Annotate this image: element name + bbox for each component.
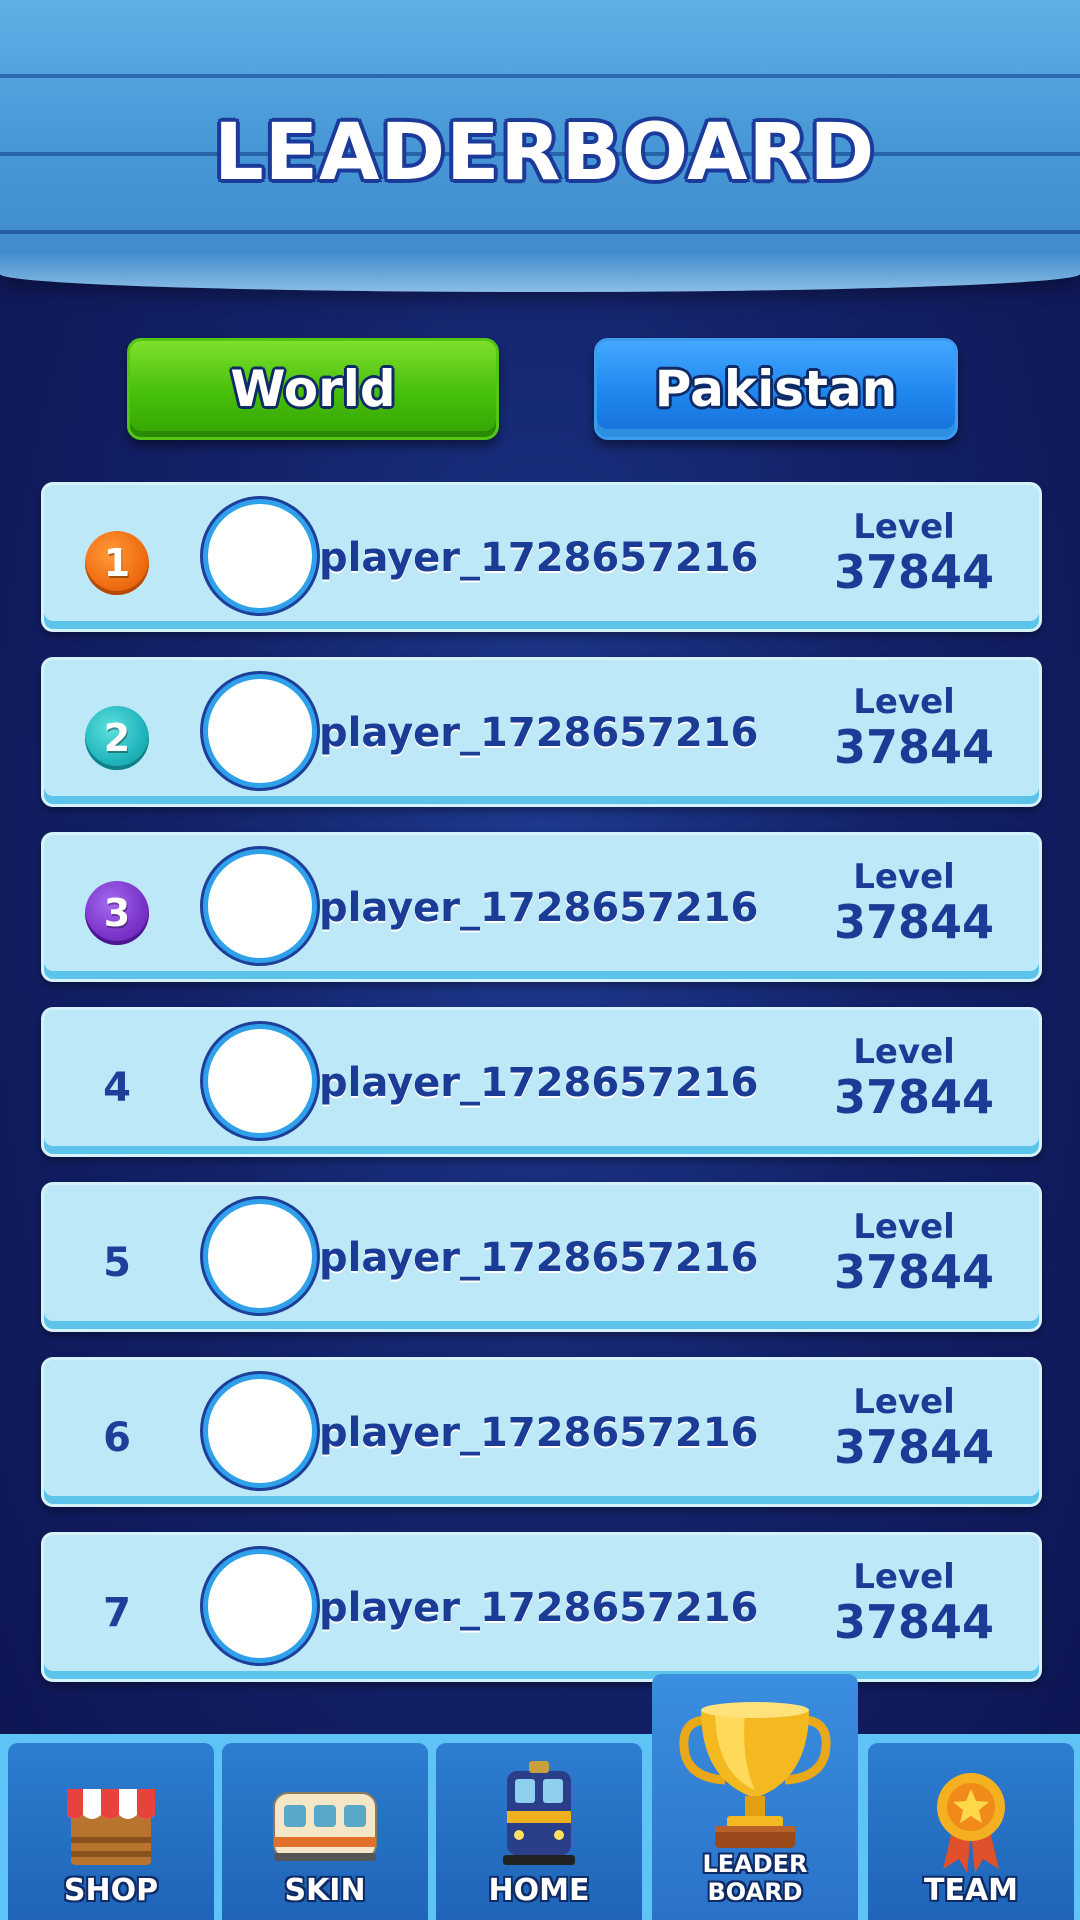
rank-number: 7 bbox=[103, 1590, 131, 1636]
leaderboard-row[interactable]: 4 player_1728657216 Level 37844 bbox=[41, 1007, 1042, 1157]
avatar bbox=[203, 1374, 317, 1488]
tab-world[interactable]: World bbox=[127, 338, 499, 440]
level-label: Level bbox=[853, 1032, 955, 1072]
rank-badge-gold: 1 bbox=[85, 531, 149, 595]
rank-number: 6 bbox=[103, 1415, 131, 1461]
leaderboard-row[interactable]: 1 player_1728657216 Level 37844 bbox=[41, 482, 1042, 632]
level-label: Level bbox=[853, 1207, 955, 1247]
nav-leaderboard[interactable]: LEADER BOARD bbox=[652, 1674, 858, 1920]
shop-stall-icon bbox=[67, 1789, 155, 1865]
leaderboard-row[interactable]: 2 player_1728657216 Level 37844 bbox=[41, 657, 1042, 807]
rank-number: 5 bbox=[103, 1240, 131, 1286]
player-name: player_1728657216 bbox=[319, 1235, 759, 1281]
rank-badge-silver: 2 bbox=[85, 706, 149, 770]
level-value: 37844 bbox=[834, 895, 995, 949]
level-label: Level bbox=[853, 857, 955, 897]
player-name: player_1728657216 bbox=[319, 1585, 759, 1631]
leaderboard-row[interactable]: 5 player_1728657216 Level 37844 bbox=[41, 1182, 1042, 1332]
avatar bbox=[203, 1199, 317, 1313]
nav-label: LEADER BOARD bbox=[702, 1850, 808, 1906]
page-title: LEADERBOARD bbox=[214, 108, 876, 198]
avatar bbox=[203, 849, 317, 963]
nav-label: SHOP bbox=[63, 1873, 159, 1908]
level-label: Level bbox=[853, 1382, 955, 1422]
train-car-icon bbox=[273, 1792, 377, 1861]
level-value: 37844 bbox=[834, 1420, 995, 1474]
leaderboard-list: 1 player_1728657216 Level 37844 2 player… bbox=[41, 482, 1042, 1707]
leaderboard-row[interactable]: 6 player_1728657216 Level 37844 bbox=[41, 1357, 1042, 1507]
level-value: 37844 bbox=[834, 720, 995, 774]
level-value: 37844 bbox=[834, 545, 995, 599]
star-medal-icon bbox=[937, 1773, 1005, 1873]
trophy-icon bbox=[679, 1702, 831, 1848]
nav-shop[interactable]: SHOP bbox=[8, 1743, 214, 1920]
nav-label: TEAM bbox=[923, 1873, 1019, 1908]
avatar bbox=[203, 499, 317, 613]
player-name: player_1728657216 bbox=[319, 535, 759, 581]
player-name: player_1728657216 bbox=[319, 1060, 759, 1106]
nav-label: HOME bbox=[488, 1873, 590, 1908]
nav-skin[interactable]: SKIN bbox=[222, 1743, 428, 1920]
level-label: Level bbox=[853, 1557, 955, 1597]
nav-team[interactable]: TEAM bbox=[868, 1743, 1074, 1920]
player-name: player_1728657216 bbox=[319, 710, 759, 756]
level-value: 37844 bbox=[834, 1245, 995, 1299]
tab-pakistan[interactable]: Pakistan bbox=[594, 338, 958, 440]
leaderboard-row[interactable]: 7 player_1728657216 Level 37844 bbox=[41, 1532, 1042, 1682]
leaderboard-row[interactable]: 3 player_1728657216 Level 37844 bbox=[41, 832, 1042, 982]
locomotive-icon bbox=[503, 1761, 575, 1865]
rank-badge-bronze: 3 bbox=[85, 881, 149, 945]
nav-label: SKIN bbox=[284, 1873, 366, 1908]
header-wood-panel: LEADERBOARD bbox=[0, 0, 1080, 292]
level-label: Level bbox=[853, 682, 955, 722]
player-name: player_1728657216 bbox=[319, 1410, 759, 1456]
avatar bbox=[203, 1549, 317, 1663]
rank-number: 4 bbox=[103, 1065, 131, 1111]
player-name: player_1728657216 bbox=[319, 885, 759, 931]
level-value: 37844 bbox=[834, 1595, 995, 1649]
avatar bbox=[203, 1024, 317, 1138]
avatar bbox=[203, 674, 317, 788]
level-label: Level bbox=[853, 507, 955, 547]
level-value: 37844 bbox=[834, 1070, 995, 1124]
nav-home[interactable]: HOME bbox=[436, 1743, 642, 1920]
